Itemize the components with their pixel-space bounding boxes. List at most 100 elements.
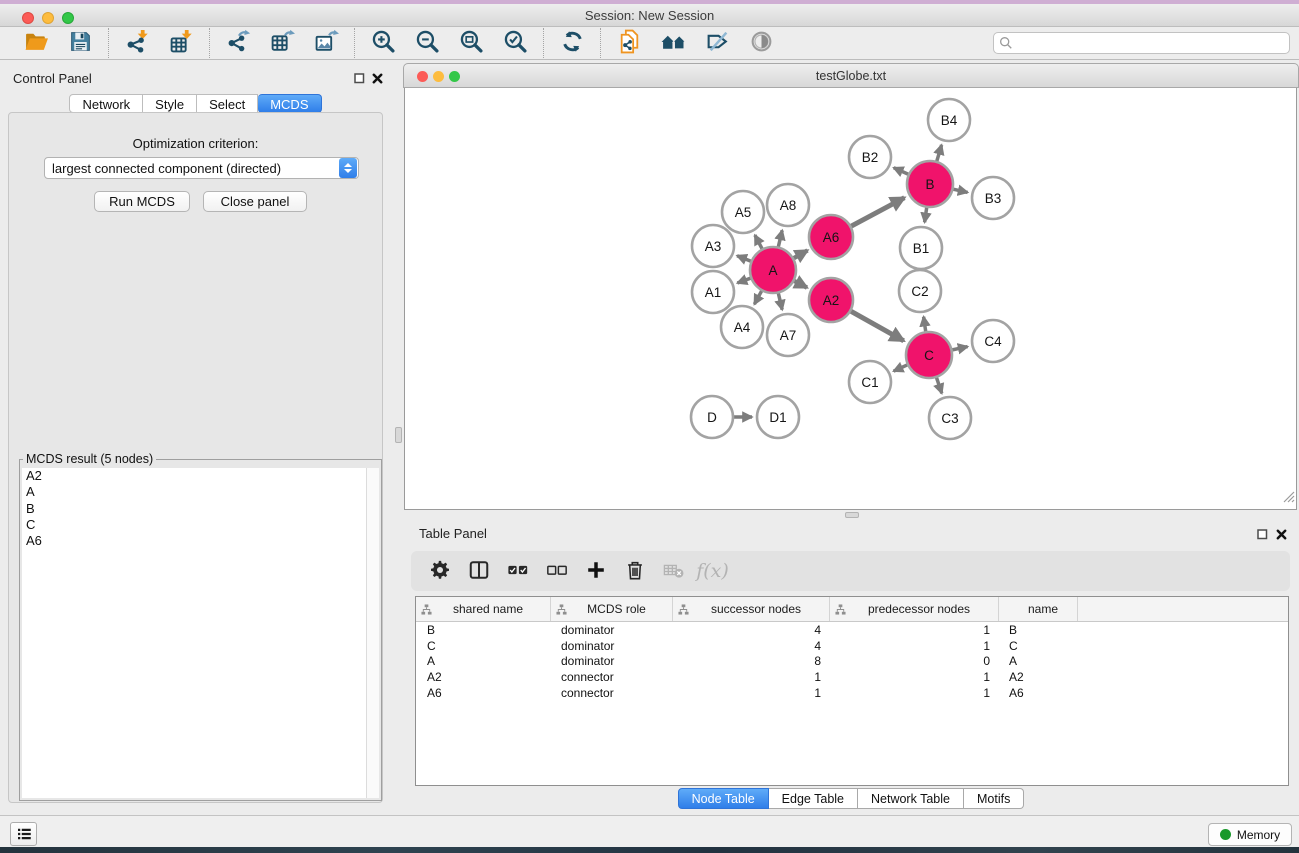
export-network-button[interactable]	[216, 28, 260, 58]
task-history-button[interactable]	[10, 822, 37, 846]
network-node-C3[interactable]: C3	[929, 397, 971, 439]
cell-name[interactable]: B	[998, 623, 1077, 637]
save-session-button[interactable]	[58, 28, 102, 58]
tab-motifs[interactable]: Motifs	[964, 788, 1024, 809]
cell-name[interactable]: C	[998, 639, 1077, 653]
cell-successor-nodes[interactable]: 1	[672, 686, 829, 700]
export-table-button[interactable]	[260, 28, 304, 58]
memory-button[interactable]: Memory	[1208, 823, 1292, 846]
column-header-successor-nodes[interactable]: successor nodes	[672, 597, 829, 621]
column-header-predecessor-nodes[interactable]: predecessor nodes	[829, 597, 998, 621]
cell-shared-name[interactable]: A	[416, 654, 550, 668]
optimization-criterion-select[interactable]: largest connected component (directed)	[44, 157, 359, 179]
import-table-button[interactable]	[159, 28, 203, 58]
vertical-splitter-handle[interactable]	[395, 427, 402, 443]
network-node-B3[interactable]: B3	[972, 177, 1014, 219]
network-window-titlebar[interactable]: testGlobe.txt	[403, 63, 1299, 88]
search-input[interactable]	[1013, 34, 1289, 52]
network-edge-A6-B[interactable]	[849, 198, 905, 228]
cell-name[interactable]: A	[998, 654, 1077, 668]
cell-predecessor-nodes[interactable]: 1	[829, 686, 998, 700]
result-list-scrollbar[interactable]	[366, 468, 379, 798]
result-list-item[interactable]: A2	[22, 468, 379, 484]
cell-name[interactable]: A6	[998, 686, 1077, 700]
cell-predecessor-nodes[interactable]: 0	[829, 654, 998, 668]
cell-predecessor-nodes[interactable]: 1	[829, 670, 998, 684]
show-columns-button[interactable]	[467, 559, 490, 583]
zoom-fit-content-button[interactable]	[449, 28, 493, 58]
cell-shared-name[interactable]: C	[416, 639, 550, 653]
network-node-C1[interactable]: C1	[849, 361, 891, 403]
network-node-A6[interactable]: A6	[809, 215, 853, 259]
close-panel-icon[interactable]	[372, 71, 383, 82]
result-list-item[interactable]: A	[22, 484, 379, 500]
cell-successor-nodes[interactable]: 4	[672, 623, 829, 637]
result-list-item[interactable]: A6	[22, 533, 379, 549]
network-node-B2[interactable]: B2	[849, 136, 891, 178]
network-node-A2[interactable]: A2	[809, 278, 853, 322]
birds-eye-view-button[interactable]	[651, 28, 695, 58]
column-header-name[interactable]: name	[998, 597, 1077, 621]
network-canvas[interactable]: ABCA2A6A1A3A4A5A7A8B1B2B3B4C1C2C3C4DD1	[404, 88, 1297, 510]
cell-shared-name[interactable]: A2	[416, 670, 550, 684]
tab-edge-table[interactable]: Edge Table	[769, 788, 858, 809]
result-list-item[interactable]: C	[22, 517, 379, 533]
add-column-button[interactable]	[584, 559, 607, 583]
result-list-item[interactable]: B	[22, 501, 379, 517]
network-node-A1[interactable]: A1	[692, 271, 734, 313]
zoom-in-button[interactable]	[361, 28, 405, 58]
open-session-button[interactable]	[14, 28, 58, 58]
close-panel-button[interactable]: Close panel	[203, 191, 307, 212]
network-node-C[interactable]: C	[906, 332, 952, 378]
table-settings-button[interactable]	[428, 559, 451, 583]
cell-MCDS-role[interactable]: dominator	[550, 623, 672, 637]
table-row[interactable]: Cdominator41C	[416, 638, 1288, 654]
export-image-button[interactable]	[304, 28, 348, 58]
unselect-all-columns-button[interactable]	[545, 559, 568, 583]
mcds-result-list[interactable]: A2ABCA6	[22, 468, 379, 798]
cell-MCDS-role[interactable]: connector	[550, 686, 672, 700]
table-row[interactable]: Bdominator41B	[416, 622, 1288, 638]
select-all-columns-button[interactable]	[506, 559, 529, 583]
table-row[interactable]: A2connector11A2	[416, 669, 1288, 685]
delete-column-button[interactable]	[623, 559, 646, 583]
network-node-C2[interactable]: C2	[899, 270, 941, 312]
hide-annotations-button[interactable]	[695, 28, 739, 58]
network-node-B4[interactable]: B4	[928, 99, 970, 141]
zoom-selected-button[interactable]	[493, 28, 537, 58]
network-node-A[interactable]: A	[750, 247, 796, 293]
network-node-C4[interactable]: C4	[972, 320, 1014, 362]
network-node-D[interactable]: D	[691, 396, 733, 438]
close-table-panel-icon[interactable]	[1276, 527, 1287, 538]
resize-grip-icon[interactable]	[1281, 489, 1295, 508]
tab-select[interactable]: Select	[197, 94, 258, 113]
cell-MCDS-role[interactable]: dominator	[550, 654, 672, 668]
cell-shared-name[interactable]: B	[416, 623, 550, 637]
network-node-A5[interactable]: A5	[722, 191, 764, 233]
network-node-A7[interactable]: A7	[767, 314, 809, 356]
column-header-shared-name[interactable]: shared name	[416, 597, 550, 621]
cell-predecessor-nodes[interactable]: 1	[829, 639, 998, 653]
network-node-B1[interactable]: B1	[900, 227, 942, 269]
tab-node-table[interactable]: Node Table	[678, 788, 769, 809]
table-row[interactable]: Adominator80A	[416, 654, 1288, 670]
show-graphics-details-button[interactable]	[739, 28, 783, 58]
cell-successor-nodes[interactable]: 8	[672, 654, 829, 668]
network-node-D1[interactable]: D1	[757, 396, 799, 438]
cell-shared-name[interactable]: A6	[416, 686, 550, 700]
cell-successor-nodes[interactable]: 1	[672, 670, 829, 684]
network-node-A4[interactable]: A4	[721, 306, 763, 348]
network-node-A8[interactable]: A8	[767, 184, 809, 226]
clone-network-button[interactable]	[607, 28, 651, 58]
cell-MCDS-role[interactable]: connector	[550, 670, 672, 684]
tab-style[interactable]: Style	[143, 94, 197, 113]
cell-predecessor-nodes[interactable]: 1	[829, 623, 998, 637]
tab-network[interactable]: Network	[69, 94, 143, 113]
float-table-panel-icon[interactable]	[1257, 527, 1268, 538]
float-panel-icon[interactable]	[354, 71, 365, 82]
zoom-out-button[interactable]	[405, 28, 449, 58]
network-node-B[interactable]: B	[907, 161, 953, 207]
cell-name[interactable]: A2	[998, 670, 1077, 684]
tab-mcds[interactable]: MCDS	[258, 94, 321, 113]
column-header-MCDS-role[interactable]: MCDS role	[550, 597, 672, 621]
